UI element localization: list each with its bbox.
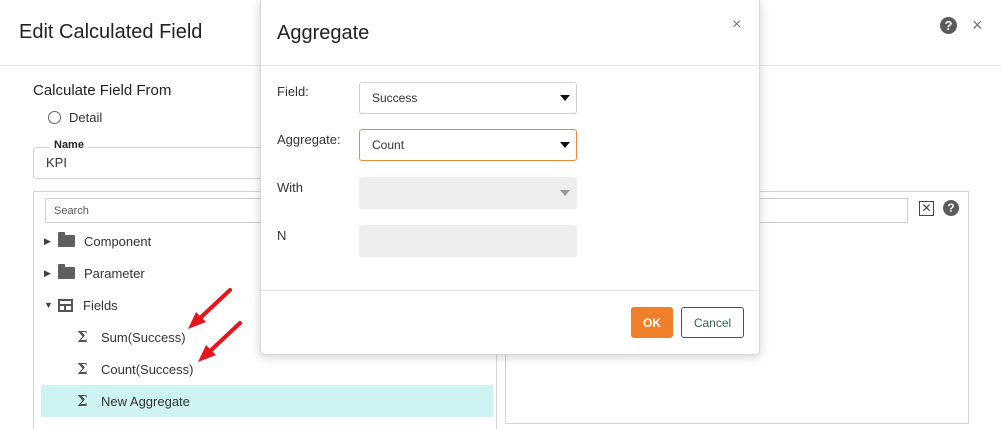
folder-icon — [58, 232, 75, 247]
clear-icon[interactable]: ✕ — [919, 201, 934, 216]
calculate-from-heading: Calculate Field From — [33, 82, 172, 99]
tree-item-sum-success[interactable]: Σ Sum(Success) — [77, 321, 186, 353]
tree-search-input[interactable] — [45, 198, 275, 223]
tree-item-label: New Aggregate — [101, 393, 190, 409]
tree-item-label: Component — [84, 233, 152, 249]
n-input — [359, 225, 577, 257]
caret-right-icon[interactable]: ▶ — [44, 236, 58, 247]
aggregate-label: Aggregate: — [277, 132, 341, 147]
tree-item-label: Parameter — [84, 265, 145, 281]
tree-item-label: Fields — [83, 297, 118, 313]
modal-footer-divider — [261, 290, 759, 291]
name-field[interactable] — [33, 147, 273, 179]
with-select — [359, 177, 577, 209]
n-label: N — [277, 228, 287, 243]
table-icon — [58, 298, 73, 312]
field-select-value: Success — [372, 91, 418, 105]
field-label: Field: — [277, 84, 309, 99]
expression-search-input[interactable] — [757, 198, 908, 223]
aggregate-select-value: Count — [372, 138, 405, 152]
cancel-button[interactable]: Cancel — [681, 307, 744, 338]
detail-radio-label: Detail — [69, 110, 103, 125]
help-icon[interactable]: ? — [940, 17, 957, 34]
dialog-title: Edit Calculated Field — [19, 21, 203, 43]
detail-radio[interactable] — [48, 111, 61, 124]
field-select[interactable]: Success — [359, 82, 577, 114]
tree-item-parameter[interactable]: ▶ Parameter — [44, 257, 145, 289]
tree-item-fields[interactable]: ▼ Fields — [44, 289, 118, 321]
sigma-icon: Σ — [77, 360, 88, 378]
arrow-annotation — [198, 321, 242, 362]
sigma-icon: Σ — [77, 328, 88, 346]
modal-title: Aggregate — [277, 22, 370, 44]
name-field-label: Name — [50, 139, 88, 151]
caret-down-icon[interactable]: ▼ — [44, 300, 58, 310]
tree-item-count-success[interactable]: Σ Count(Success) — [77, 353, 193, 385]
chevron-down-icon — [560, 95, 570, 101]
close-icon[interactable]: × — [732, 16, 741, 34]
aggregate-modal: Aggregate × Field: Success Aggregate: Co… — [260, 0, 760, 355]
with-label: With — [277, 180, 303, 195]
folder-icon — [58, 264, 75, 279]
sigma-icon: Σ — [77, 392, 88, 410]
close-icon[interactable]: × — [972, 15, 983, 36]
aggregate-select[interactable]: Count — [359, 129, 577, 161]
help-icon[interactable]: ? — [943, 200, 959, 216]
ok-button[interactable]: OK — [631, 307, 673, 338]
chevron-down-icon — [560, 190, 570, 196]
arrow-annotation — [188, 288, 232, 329]
annotation-arrows — [188, 288, 242, 362]
name-field-value: KPI — [46, 155, 67, 170]
caret-right-icon[interactable]: ▶ — [44, 268, 58, 279]
tree-item-new-aggregate[interactable]: Σ New Aggregate — [41, 385, 493, 417]
tree-item-component[interactable]: ▶ Component — [44, 225, 151, 257]
tree-item-label: Sum(Success) — [101, 329, 186, 345]
chevron-down-icon — [560, 142, 570, 148]
